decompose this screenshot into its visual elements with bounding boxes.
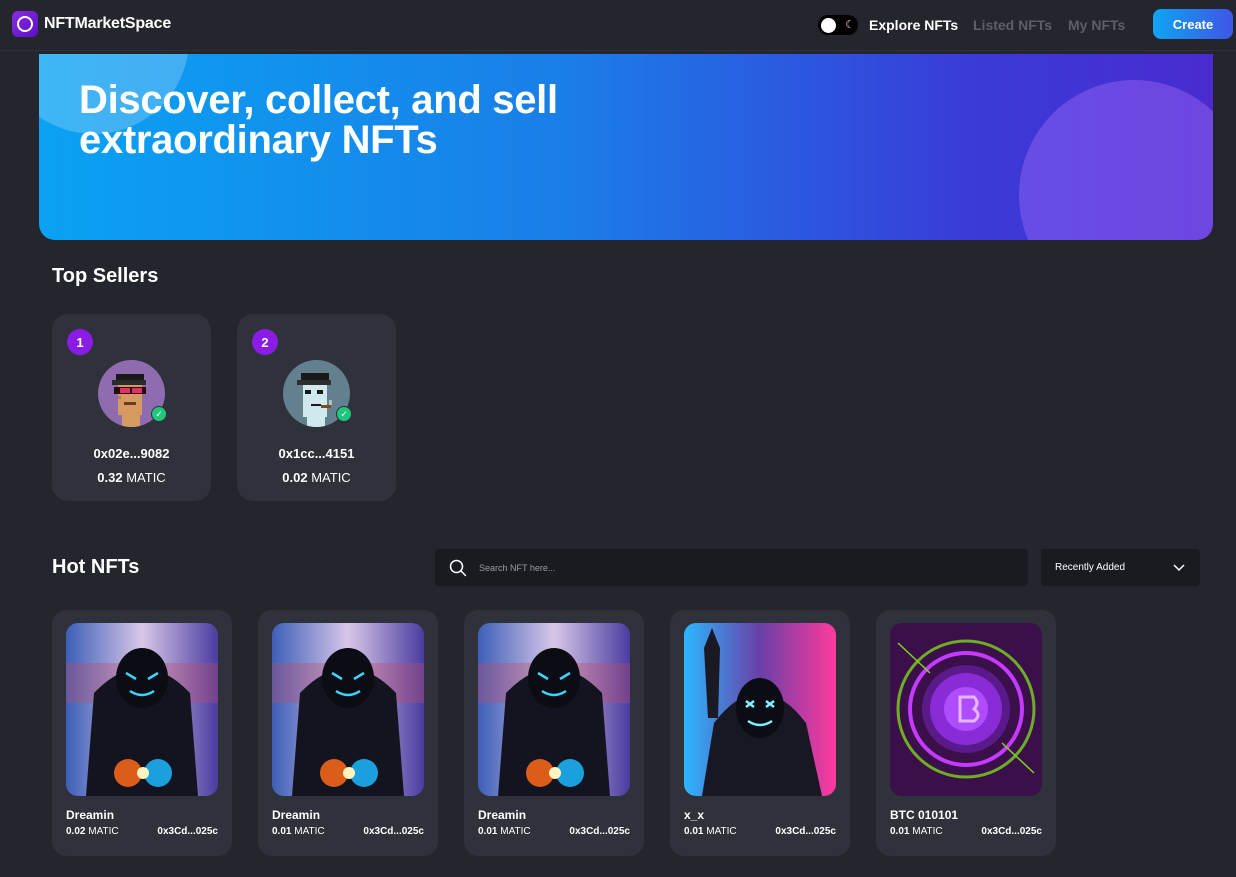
nft-owner-address: 0x3Cd...025c [157, 826, 218, 837]
rank-badge: 1 [67, 329, 93, 355]
nft-image[interactable] [684, 623, 836, 796]
search-icon [449, 559, 467, 576]
nft-owner-address: 0x3Cd...025c [569, 826, 630, 837]
create-button[interactable]: Create [1153, 9, 1233, 39]
nft-owner-address: 0x3Cd...025c [981, 826, 1042, 837]
hero-title-line1: Discover, collect, and sell [79, 78, 558, 122]
seller-card[interactable]: 1 ✓ 0x02e...9082 0.32 MATIC [52, 314, 211, 501]
seller-address: 0x1cc...4151 [278, 446, 355, 461]
verified-icon: ✓ [336, 406, 352, 422]
nft-price-value: 0.01 [684, 826, 704, 837]
nft-price: 0.01 MATIC [478, 826, 531, 837]
hero-banner: Discover, collect, and sell extraordinar… [39, 54, 1213, 240]
top-sellers-title: Top Sellers [52, 265, 159, 287]
seller-amount-unit: MATIC [311, 470, 351, 485]
chevron-down-icon [1173, 563, 1185, 571]
nft-name: Dreamin [478, 808, 527, 822]
search-input[interactable] [477, 561, 1001, 574]
nft-card[interactable]: Dreamin 0.01 MATIC 0x3Cd...025c [258, 610, 438, 856]
sort-dropdown-label: Recently Added [1055, 562, 1126, 573]
nft-card[interactable]: x_x 0.01 MATIC 0x3Cd...025c [670, 610, 850, 856]
hot-nfts-title: Hot NFTs [52, 556, 140, 578]
nft-price-value: 0.01 [272, 826, 292, 837]
hero-decoration-circle [1019, 80, 1213, 240]
theme-toggle[interactable]: ☾ [818, 15, 858, 35]
nft-price: 0.01 MATIC [272, 826, 325, 837]
navbar: NFTMarketSpace ☾ Explore NFTs Listed NFT… [0, 0, 1236, 51]
nft-card[interactable]: BTC 010101 0.01 MATIC 0x3Cd...025c [876, 610, 1056, 856]
nft-price-value: 0.01 [478, 826, 498, 837]
moon-icon: ☾ [845, 18, 855, 31]
search-bar [435, 549, 1028, 586]
nft-name: x_x [684, 808, 705, 822]
nft-card[interactable]: Dreamin 0.02 MATIC 0x3Cd...025c [52, 610, 232, 856]
nft-price: 0.01 MATIC [890, 826, 943, 837]
seller-amount-value: 0.02 [282, 470, 308, 485]
seller-amount-unit: MATIC [126, 470, 166, 485]
rank-badge: 2 [252, 329, 278, 355]
nft-price-unit: MATIC [706, 826, 737, 837]
brand-logo[interactable]: NFTMarketSpace [12, 11, 171, 37]
seller-address: 0x02e...9082 [93, 446, 170, 461]
sort-dropdown[interactable]: Recently Added [1041, 549, 1200, 586]
nft-owner-address: 0x3Cd...025c [363, 826, 424, 837]
nft-price-value: 0.02 [66, 826, 86, 837]
nft-image[interactable] [478, 623, 630, 796]
nft-image[interactable] [272, 623, 424, 796]
seller-amount: 0.32 MATIC [52, 470, 211, 485]
nft-owner-address: 0x3Cd...025c [775, 826, 836, 837]
seller-amount-value: 0.32 [97, 470, 123, 485]
nft-price-unit: MATIC [294, 826, 325, 837]
nft-price: 0.02 MATIC [66, 826, 119, 837]
nft-price-unit: MATIC [500, 826, 531, 837]
toggle-knob [821, 17, 836, 33]
hero-title-line2: extraordinary NFTs [79, 118, 438, 162]
nav-explore-nfts[interactable]: Explore NFTs [869, 17, 958, 33]
nft-name: BTC 010101 [890, 808, 959, 822]
nav-listed-nfts[interactable]: Listed NFTs [973, 17, 1052, 33]
nft-image[interactable] [66, 623, 218, 796]
nft-price-value: 0.01 [890, 826, 910, 837]
nft-name: Dreamin [272, 808, 321, 822]
nft-price: 0.01 MATIC [684, 826, 737, 837]
seller-card[interactable]: 2 ✓ 0x1cc...4151 0.02 MATIC [237, 314, 396, 501]
nft-card[interactable]: Dreamin 0.01 MATIC 0x3Cd...025c [464, 610, 644, 856]
logo-icon [12, 11, 38, 37]
seller-amount: 0.02 MATIC [237, 470, 396, 485]
brand-name: NFTMarketSpace [44, 15, 172, 32]
nft-price-unit: MATIC [912, 826, 943, 837]
nft-name: Dreamin [66, 808, 115, 822]
nft-image[interactable] [890, 623, 1042, 796]
hero-title: Discover, collect, and sell extraordinar… [79, 80, 679, 160]
verified-icon: ✓ [151, 406, 167, 422]
nft-price-unit: MATIC [88, 826, 119, 837]
nav-my-nfts[interactable]: My NFTs [1068, 17, 1125, 33]
